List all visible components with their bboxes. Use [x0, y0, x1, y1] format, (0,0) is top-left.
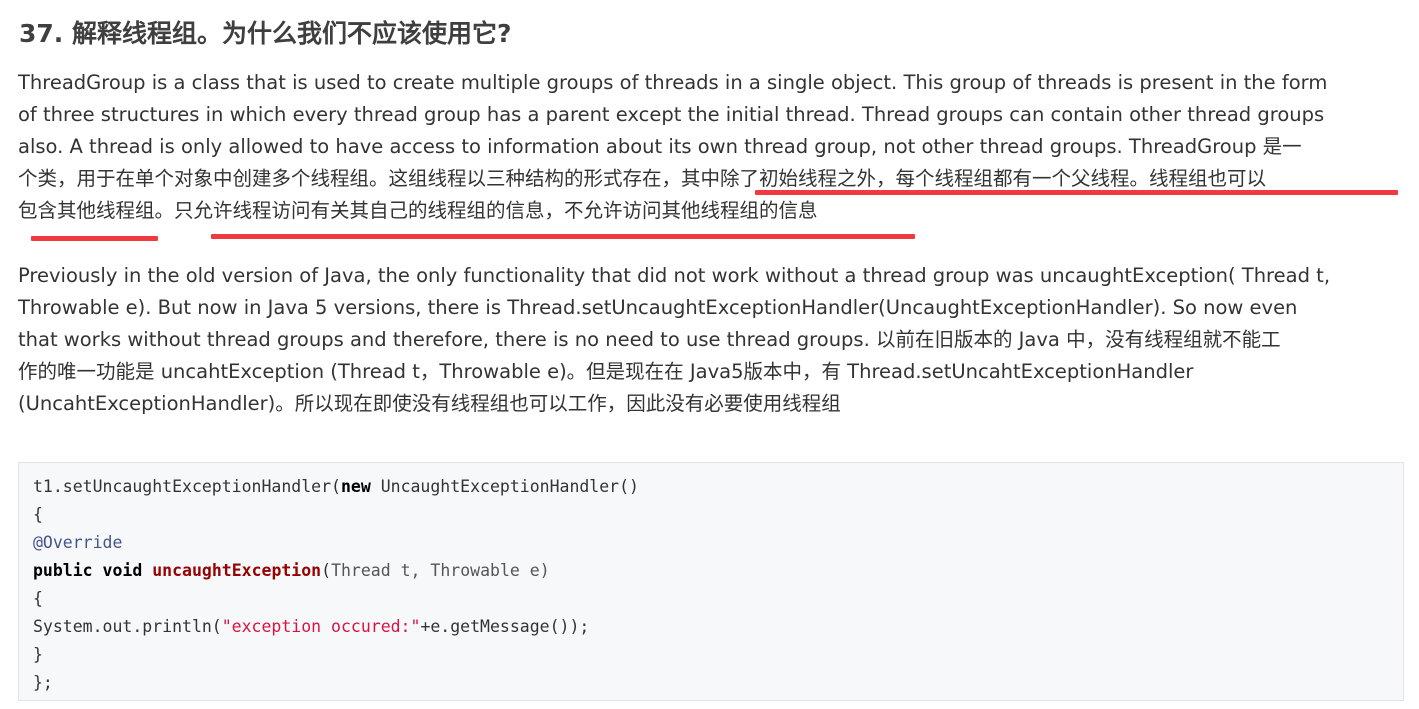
code-keyword: new — [340, 476, 371, 496]
code-token: +e.getMessage()); — [420, 616, 590, 636]
section-heading: 37. 解释线程组。为什么我们不应该使用它? — [19, 19, 512, 48]
code-line: t1.setUncaughtExceptionHandler(new Uncau… — [33, 473, 1389, 501]
code-block[interactable]: t1.setUncaughtExceptionHandler(new Uncau… — [18, 461, 1404, 701]
code-token: System.out.println( — [33, 616, 222, 636]
code-token: t1.setUncaughtExceptionHandler( — [33, 476, 341, 496]
paragraph-line: Previously in the old version of Java, t… — [18, 264, 1331, 287]
article-section: 37. 解释线程组。为什么我们不应该使用它? ThreadGroup is a … — [0, 0, 1419, 709]
paragraph-no-need-thread-groups: Previously in the old version of Java, t… — [18, 260, 1413, 420]
paragraph-line: 作的唯一功能是 uncahtException (Thread t，Throwa… — [18, 360, 1194, 383]
code-token: e) — [519, 560, 550, 580]
red-underline-mark — [31, 236, 158, 241]
code-token: UncaughtExceptionHandler() — [370, 476, 639, 496]
red-underline-mark — [755, 190, 1398, 195]
paragraph-line: that works without thread groups and the… — [18, 328, 1281, 351]
code-token: t, — [390, 560, 431, 580]
paragraph-threadgroup-intro: ThreadGroup is a class that is used to c… — [18, 67, 1413, 227]
code-keyword: void — [102, 560, 143, 580]
code-keyword: public — [33, 560, 93, 580]
paragraph-line: 包含其他线程组。只允许线程访问有关其自己的线程组的信息，不允许访问其他线程组的信… — [18, 199, 818, 222]
paragraph-line: of three structures in which every threa… — [18, 103, 1325, 126]
code-line: { — [33, 504, 43, 524]
code-string: "exception occured:" — [221, 616, 421, 636]
code-annotation: @Override — [33, 532, 123, 552]
code-function-name: uncaughtException — [152, 560, 322, 580]
code-token: ( — [321, 560, 332, 580]
code-line: }; — [33, 672, 53, 692]
red-underline-mark — [211, 234, 915, 239]
code-line: System.out.println("exception occured:"+… — [33, 613, 1389, 641]
paragraph-line: (UncahtExceptionHandler)。所以现在即使没有线程组也可以工… — [18, 392, 841, 415]
code-line: { — [33, 588, 43, 608]
paragraph-line: ThreadGroup is a class that is used to c… — [18, 71, 1328, 94]
code-line: } — [33, 644, 43, 664]
code-type: Thread — [331, 560, 391, 580]
code-type: Throwable — [430, 560, 520, 580]
paragraph-line: Throwable e). But now in Java 5 versions… — [18, 296, 1298, 319]
code-line: public void uncaughtException(Thread t, … — [33, 557, 1389, 585]
paragraph-line: also. A thread is only allowed to have a… — [18, 135, 1302, 158]
